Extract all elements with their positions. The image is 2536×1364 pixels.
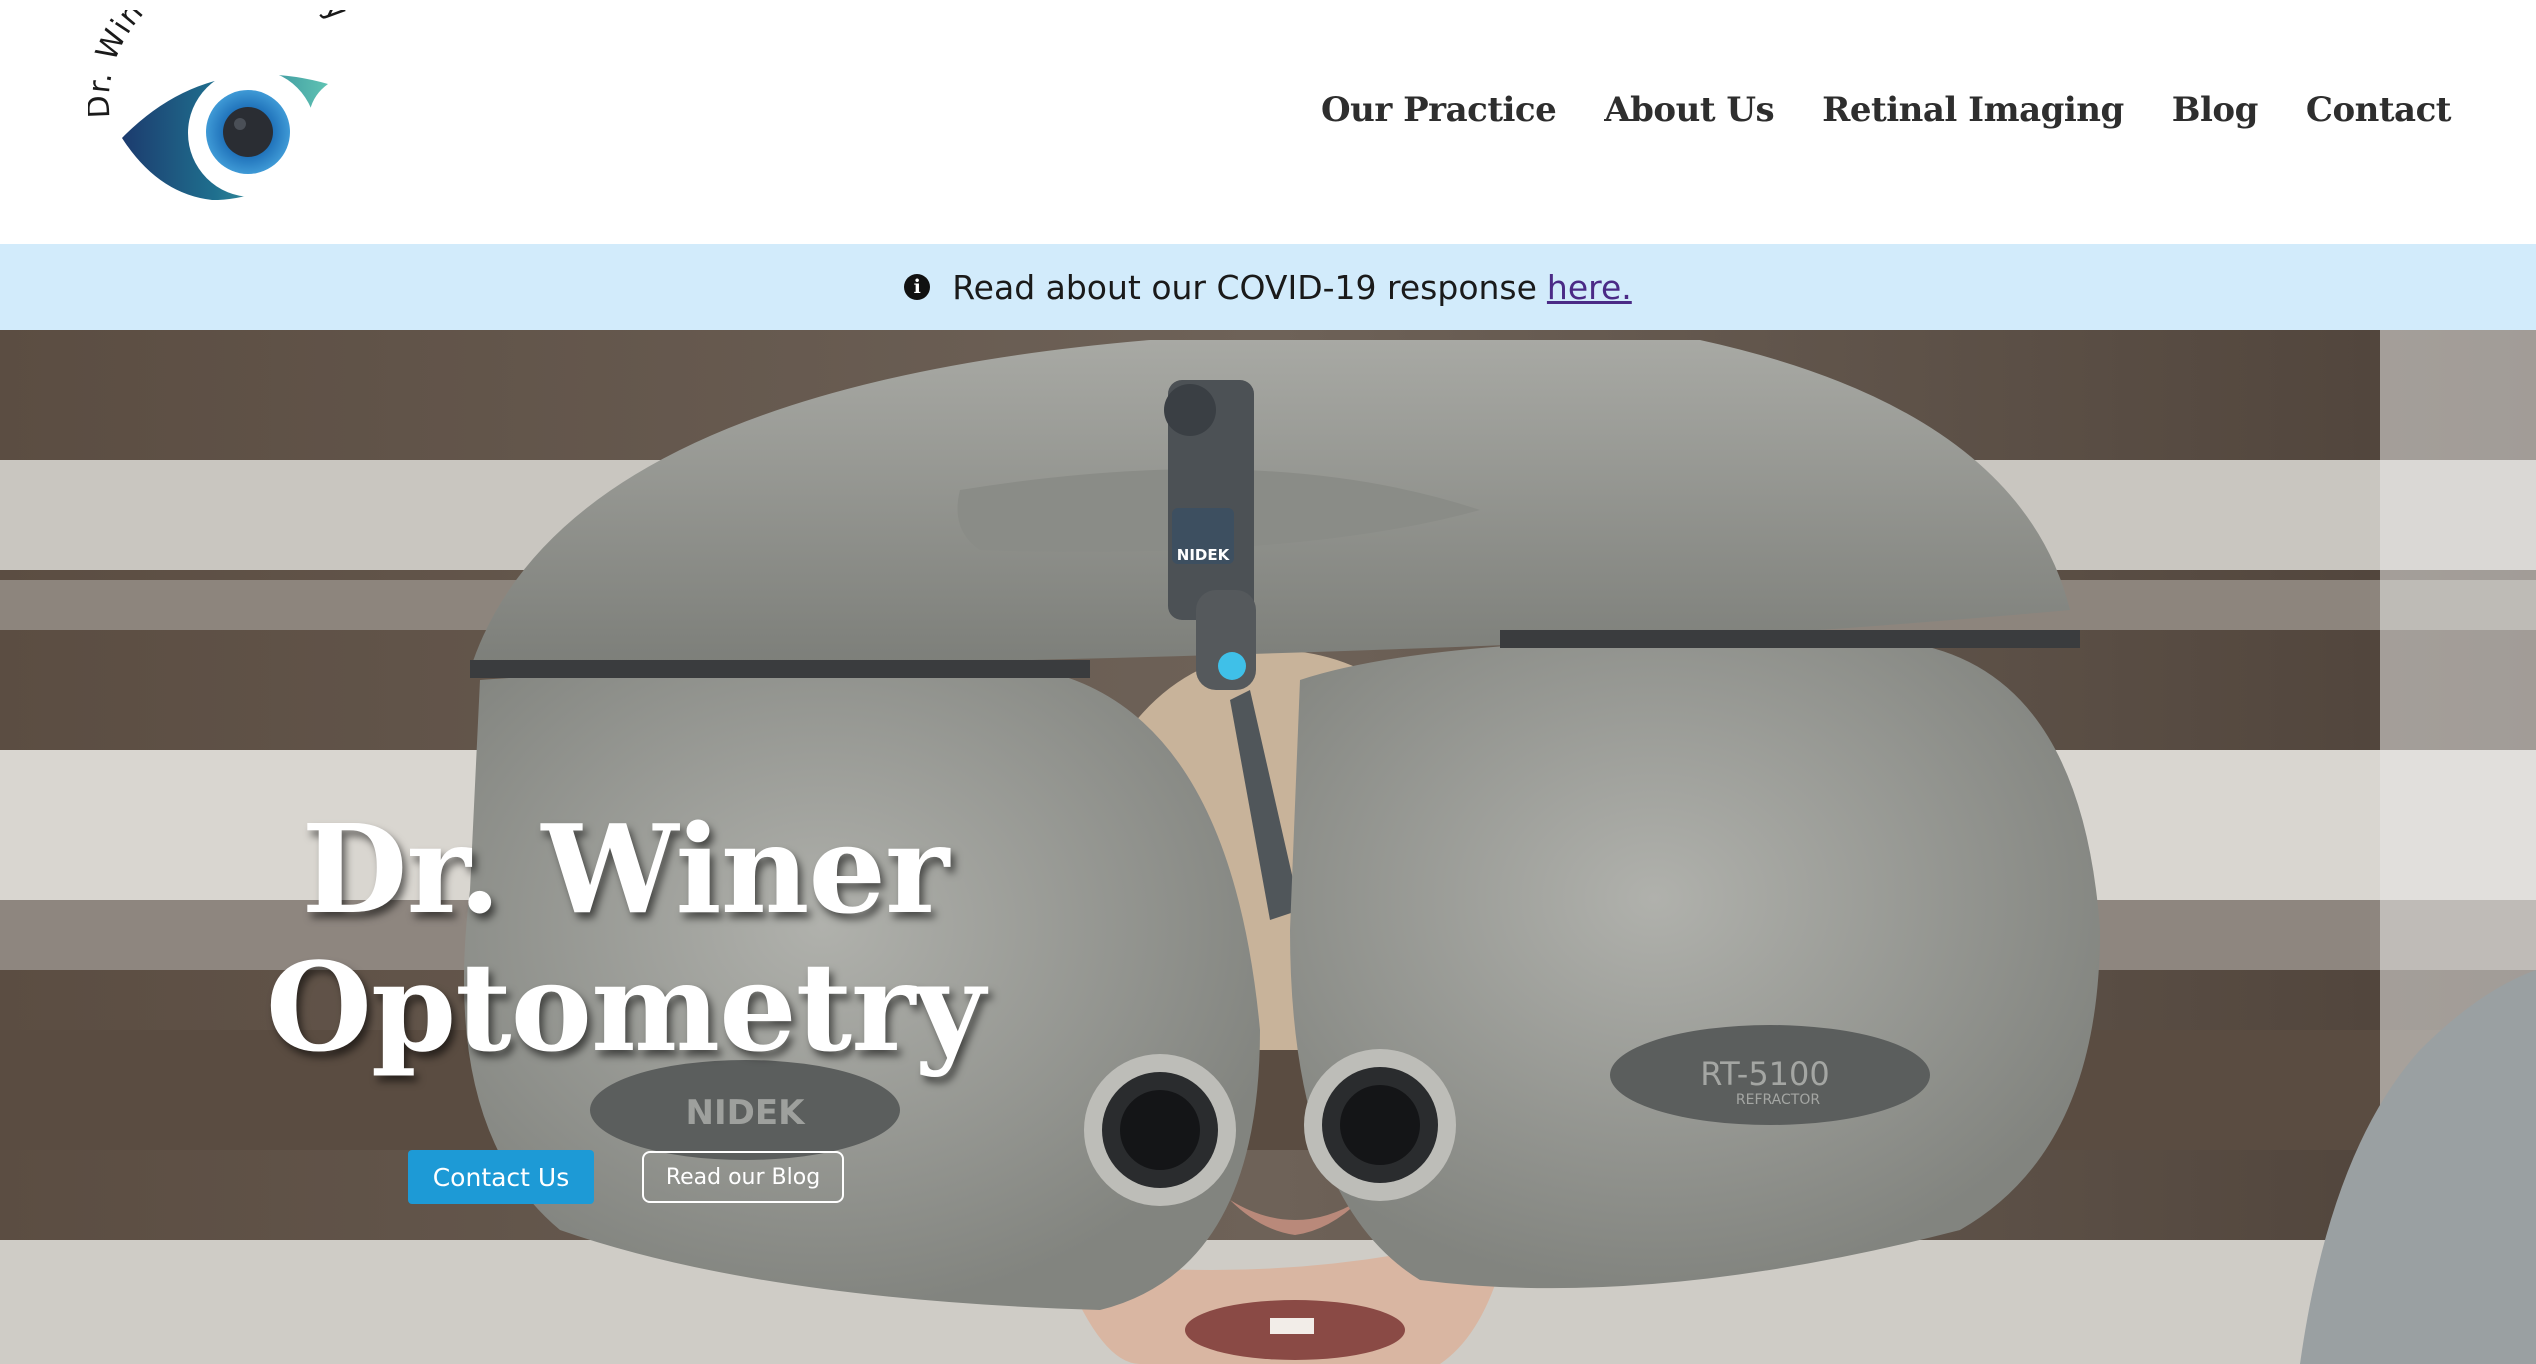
banner-text: Read about our COVID-19 response <box>952 267 1537 307</box>
nav-about-us[interactable]: About Us <box>1604 90 1774 130</box>
hero-title: Dr. Winer Optometry <box>200 800 1050 1076</box>
site-header: Dr. Winer Optometry Our Practice About U… <box>0 0 2536 244</box>
nav-retinal-imaging[interactable]: Retinal Imaging <box>1822 90 2124 130</box>
eye-logo-icon: Dr. Winer Optometry <box>81 0 354 200</box>
hero-section: NIDEK NIDEK RT-5100 REFRACTOR Dr. Winer … <box>0 330 2536 1364</box>
info-icon: i <box>904 274 931 300</box>
contact-us-button[interactable]: Contact Us <box>408 1150 594 1204</box>
nav-blog[interactable]: Blog <box>2172 90 2259 130</box>
covid-response-link[interactable]: here. <box>1547 268 1632 307</box>
device-brand-left: NIDEK <box>686 1093 807 1133</box>
hero-title-line2: Optometry <box>265 935 986 1079</box>
read-blog-button[interactable]: Read our Blog <box>642 1151 844 1203</box>
main-nav: Our Practice About Us Retinal Imaging Bl… <box>1321 90 2451 130</box>
hero-title-line1: Dr. Winer <box>301 797 950 941</box>
nav-contact[interactable]: Contact <box>2306 90 2452 130</box>
device-type: REFRACTOR <box>1736 1092 1820 1108</box>
nav-our-practice[interactable]: Our Practice <box>1321 90 1557 130</box>
site-logo[interactable]: Dr. Winer Optometry <box>81 0 378 220</box>
device-brand-top: NIDEK <box>1177 546 1231 564</box>
device-model: RT-5100 <box>1700 1055 1830 1093</box>
covid-banner: i Read about our COVID-19 response here. <box>0 244 2536 330</box>
